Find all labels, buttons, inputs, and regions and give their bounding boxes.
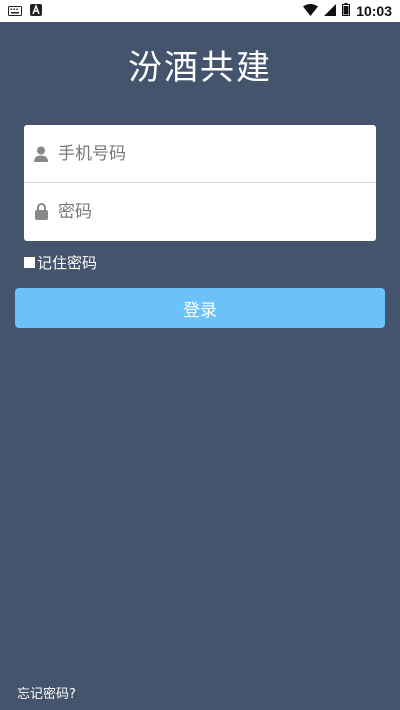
forgot-password-link[interactable]: 忘记密码?: [17, 683, 76, 702]
wifi-icon: [303, 3, 319, 19]
a-app-icon: [30, 4, 42, 19]
signal-icon: [324, 3, 337, 19]
keyboard-icon: [8, 4, 22, 19]
phone-input[interactable]: [56, 142, 360, 165]
login-button[interactable]: 登录: [15, 288, 385, 328]
app-title: 汾酒共建: [128, 48, 272, 88]
remember-checkbox[interactable]: [24, 257, 35, 268]
remember-password[interactable]: 记住密码: [24, 252, 97, 273]
phone-field: [24, 125, 376, 182]
password-field: [24, 182, 376, 240]
user-icon: [26, 146, 56, 162]
battery-icon: [342, 3, 351, 19]
status-time: 10:03: [356, 3, 392, 19]
login-card: [24, 125, 376, 241]
password-input[interactable]: [56, 200, 360, 223]
lock-icon: [26, 203, 56, 220]
remember-label: 记住密码: [37, 254, 98, 272]
status-bar: 10:03: [0, 0, 400, 22]
